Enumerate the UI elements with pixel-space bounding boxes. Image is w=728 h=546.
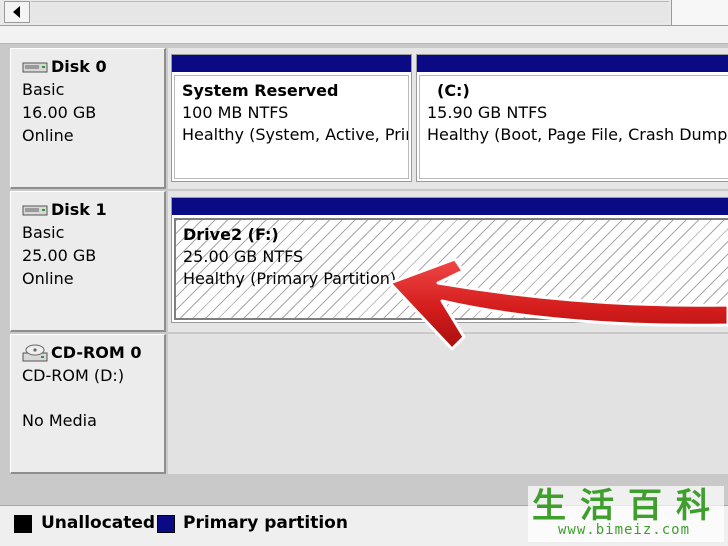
partition-c[interactable]: (C:) 15.90 GB NTFS Healthy (Boot, Page F… — [416, 54, 728, 182]
scrollbar-track[interactable] — [31, 1, 669, 23]
cd-drive-icon — [22, 343, 48, 363]
partition-health: Healthy (System, Active, Primary Partiti… — [182, 125, 408, 144]
primary-partition-bar — [172, 198, 728, 215]
watermark: 生活百科 www.bimeiz.com — [528, 486, 724, 542]
cdrom-name: CD-ROM 0 — [51, 343, 142, 362]
disk-name: Disk 0 — [51, 57, 107, 76]
arrow-left-icon — [12, 3, 22, 22]
partition-title: (C:) — [437, 81, 470, 100]
hard-disk-icon — [22, 60, 48, 74]
partition-system-reserved[interactable]: System Reserved 100 MB NTFS Healthy (Sys… — [171, 54, 412, 182]
disk-0-label[interactable]: Disk 0 Basic 16.00 GB Online — [10, 48, 166, 189]
disk-status: Online — [22, 126, 74, 145]
partition-info: 100 MB NTFS — [182, 103, 289, 122]
legend-unallocated-label: Unallocated — [41, 513, 156, 533]
pane-separator — [0, 26, 728, 44]
scrollbar-thumb[interactable] — [671, 0, 728, 25]
partition-info: 15.90 GB NTFS — [427, 103, 548, 122]
legend-primary-label: Primary partition — [183, 513, 348, 533]
scroll-left-button[interactable] — [4, 1, 30, 23]
disk-name: Disk 1 — [51, 200, 107, 219]
partition-health: Healthy (Boot, Page File, Crash Dump, Pr… — [427, 125, 728, 144]
disk-size: 16.00 GB — [22, 103, 97, 122]
cdrom-0-label[interactable]: CD-ROM 0 CD-ROM (D:) No Media — [10, 334, 166, 474]
primary-partition-swatch — [157, 515, 175, 533]
horizontal-scrollbar[interactable] — [0, 0, 728, 26]
red-arrow-annotation — [388, 257, 728, 351]
primary-partition-bar — [172, 55, 411, 72]
partition-title: Drive2 (F:) — [183, 225, 279, 244]
cdrom-device: CD-ROM (D:) — [22, 366, 125, 385]
unallocated-swatch — [14, 515, 32, 533]
disk-type: Basic — [22, 223, 65, 242]
disk-0-partitions: System Reserved 100 MB NTFS Healthy (Sys… — [168, 48, 728, 189]
disk-1-label[interactable]: Disk 1 Basic 25.00 GB Online — [10, 191, 166, 332]
primary-partition-bar — [417, 55, 728, 72]
hard-disk-icon — [22, 203, 48, 217]
cdrom-media: No Media — [22, 411, 97, 430]
partition-title: System Reserved — [182, 81, 339, 100]
watermark-chinese: 生活百科 — [532, 486, 724, 526]
cdrom-0-area — [168, 334, 728, 474]
disk-type: Basic — [22, 80, 65, 99]
disk-size: 25.00 GB — [22, 246, 97, 265]
watermark-url: www.bimeiz.com — [558, 522, 691, 538]
disk-status: Online — [22, 269, 74, 288]
